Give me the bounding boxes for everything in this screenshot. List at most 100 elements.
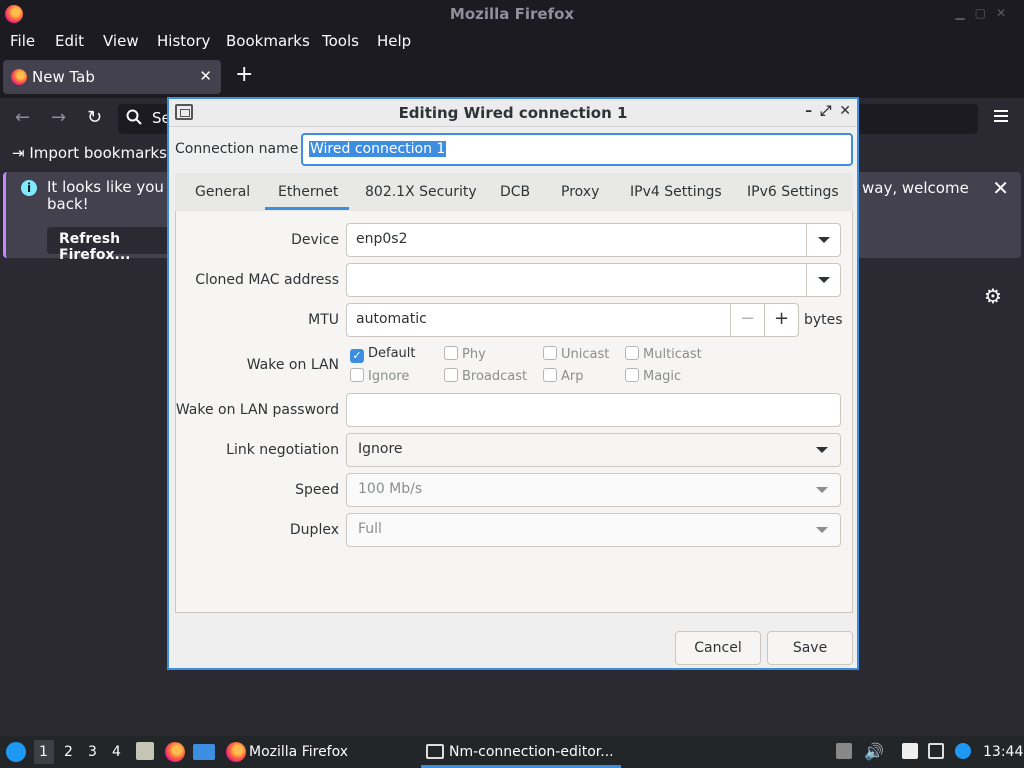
show-desktop-icon[interactable] [193, 744, 215, 760]
search-icon [126, 109, 142, 125]
volume-icon[interactable]: 🔊 [864, 742, 884, 761]
window-title: Mozilla Firefox [449, 5, 575, 23]
connection-name-label: Connection name [175, 141, 299, 157]
workspace-2[interactable]: 2 [64, 744, 73, 760]
import-bookmarks-link[interactable]: ⇥ Import bookmarks... [12, 144, 181, 162]
device-label: Device [291, 232, 339, 248]
wol-arp-checkbox[interactable]: Arp [543, 368, 584, 384]
menu-file[interactable]: File [10, 32, 35, 50]
wol-arp-label: Arp [561, 369, 584, 384]
tab-ipv4-settings[interactable]: IPv4 Settings [630, 184, 722, 200]
tab-new-tab[interactable]: New Tab ✕ [3, 60, 221, 94]
link-negotiation-select[interactable]: Ignore [346, 433, 841, 467]
tab-ipv6-settings[interactable]: IPv6 Settings [747, 184, 839, 200]
close-icon[interactable]: ✕ [839, 103, 851, 119]
close-notice-icon[interactable]: ✕ [992, 176, 1009, 200]
menu-bookmarks[interactable]: Bookmarks [226, 32, 310, 50]
workspace-3[interactable]: 3 [88, 744, 97, 760]
wol-multicast-checkbox[interactable]: Multicast [625, 346, 702, 362]
cloned-mac-dropdown-button[interactable] [806, 264, 840, 296]
menu-history[interactable]: History [157, 32, 210, 50]
close-tab-icon[interactable]: ✕ [199, 67, 212, 85]
checkmark-icon: ✓ [350, 349, 364, 363]
forward-arrow-icon[interactable]: → [51, 108, 66, 128]
workspace-1[interactable]: 1 [39, 744, 48, 760]
mtu-spinbutton[interactable]: automatic − + [346, 303, 799, 337]
mtu-increase-button[interactable]: + [764, 304, 798, 336]
tab-general[interactable]: General [195, 184, 250, 200]
new-tab-plus-icon[interactable]: + [235, 64, 253, 86]
firefox-launcher-icon[interactable] [165, 742, 185, 762]
wol-multicast-label: Multicast [643, 347, 702, 362]
device-value: enp0s2 [356, 231, 408, 247]
mtu-unit: bytes [804, 312, 843, 328]
firefox-tab-icon [11, 69, 27, 85]
chevron-down-icon [818, 277, 830, 283]
wol-password-label: Wake on LAN password [175, 402, 339, 418]
wol-password-input[interactable] [346, 393, 841, 427]
gear-icon[interactable]: ⚙ [984, 284, 1002, 308]
menu-help[interactable]: Help [377, 32, 411, 50]
speed-label: Speed [295, 482, 339, 498]
wol-magic-checkbox[interactable]: Magic [625, 368, 681, 384]
device-combo[interactable]: enp0s2 [346, 223, 841, 257]
chevron-down-icon [818, 237, 830, 243]
import-bookmarks-label: Import bookmarks... [29, 144, 182, 162]
wol-phy-checkbox[interactable]: Phy [444, 346, 486, 362]
file-manager-icon[interactable] [136, 742, 154, 760]
window-controls[interactable]: ▁▢✕ [955, 6, 1016, 20]
info-icon: i [21, 180, 37, 196]
menu-tools[interactable]: Tools [322, 32, 359, 50]
tab-bar: New Tab ✕ + [0, 56, 1024, 98]
save-button[interactable]: Save [767, 631, 853, 665]
dialog-titlebar: Editing Wired connection 1 – ⤢ ✕ [169, 99, 857, 127]
start-menu-icon[interactable] [6, 742, 26, 762]
notification-icon[interactable] [955, 743, 971, 759]
tab-dcb[interactable]: DCB [500, 184, 530, 200]
duplex-value: Full [358, 521, 382, 537]
clock: 13:44 [983, 744, 1024, 760]
reload-icon[interactable]: ↻ [87, 108, 102, 128]
back-arrow-icon[interactable]: ← [15, 108, 30, 128]
link-negotiation-label: Link negotiation [226, 442, 339, 458]
mtu-decrease-button[interactable]: − [730, 304, 764, 336]
firefox-task-label[interactable]: Mozilla Firefox [249, 744, 348, 760]
taskbar: 1 2 3 4 Mozilla Firefox Nm-connection-ed… [0, 736, 1024, 768]
wol-broadcast-checkbox[interactable]: Broadcast [444, 368, 527, 384]
wol-ignore-checkbox[interactable]: Ignore [350, 368, 409, 384]
tab-proxy[interactable]: Proxy [561, 184, 599, 200]
chevron-down-icon [816, 527, 828, 533]
menu-view[interactable]: View [103, 32, 139, 50]
tab-8021x-security[interactable]: 802.1X Security [365, 184, 477, 200]
dialog-window-controls: – ⤢ ✕ [797, 103, 851, 119]
device-dropdown-button[interactable] [806, 224, 840, 256]
dialog-title: Editing Wired connection 1 [398, 104, 628, 122]
wol-unicast-checkbox[interactable]: Unicast [543, 346, 609, 362]
connection-name-value: Wired connection 1 [309, 141, 447, 157]
notice-message-end: back! [47, 195, 89, 213]
wol-ignore-label: Ignore [368, 369, 410, 384]
cancel-button[interactable]: Cancel [675, 631, 761, 665]
cloned-mac-combo[interactable] [346, 263, 841, 297]
menu-edit[interactable]: Edit [55, 32, 84, 50]
minimize-icon[interactable]: – [805, 103, 812, 119]
notes-tray-icon[interactable] [902, 743, 918, 759]
wol-default-checkbox[interactable]: ✓ Default [350, 346, 416, 363]
settings-tabs: General Ethernet 802.1X Security DCB Pro… [175, 173, 853, 213]
wol-default-label: Default [368, 346, 416, 361]
network-tray-icon[interactable] [928, 743, 944, 759]
maximize-icon[interactable]: ⤢ [820, 103, 831, 119]
clipboard-tray-icon[interactable] [836, 743, 852, 759]
tab-ethernet[interactable]: Ethernet [265, 184, 350, 210]
duplex-label: Duplex [289, 522, 339, 538]
mtu-label: MTU [308, 312, 339, 328]
chevron-down-icon [816, 487, 828, 493]
workspace-4[interactable]: 4 [112, 744, 121, 760]
hamburger-menu-icon[interactable] [994, 110, 1008, 122]
wol-magic-label: Magic [643, 369, 682, 384]
nm-editor-task-label[interactable]: Nm-connection-editor... [449, 744, 614, 760]
tab-label: New Tab [32, 68, 95, 86]
notice-message-right: way, welcome [862, 179, 969, 197]
firefox-titlebar: Mozilla Firefox ▁▢✕ [0, 0, 1024, 28]
connection-name-input[interactable]: Wired connection 1 [301, 133, 853, 166]
